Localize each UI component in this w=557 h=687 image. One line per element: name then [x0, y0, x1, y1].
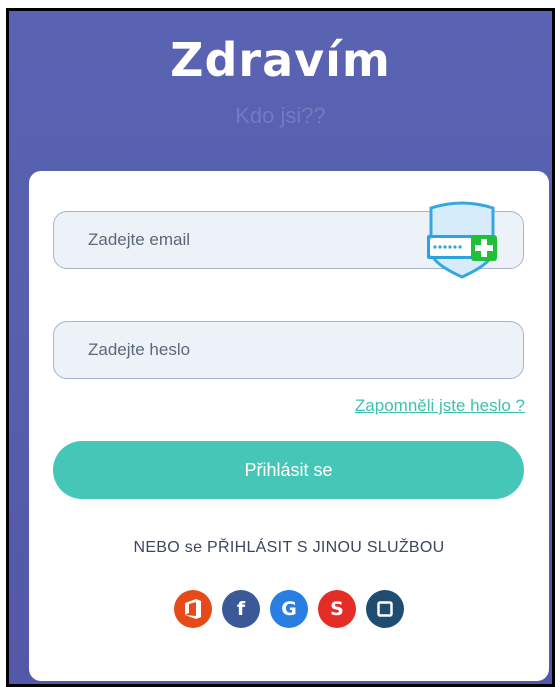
social-login-row: f G S [29, 590, 549, 628]
facebook-login-button[interactable]: f [222, 590, 260, 628]
google-login-button[interactable]: G [270, 590, 308, 628]
google-icon: G [281, 598, 297, 620]
s-service-login-button[interactable]: S [318, 590, 356, 628]
password-placeholder: Zadejte heslo [88, 340, 191, 359]
login-card: Zadejte email Zadejte heslo Zapomněli js… [29, 171, 549, 681]
alt-login-text: NEBO se PŘIHLÁSIT S JINOU SLUŽBOU [133, 539, 445, 556]
office-icon [185, 599, 201, 619]
page-title: Zdravím [170, 33, 391, 87]
password-field[interactable]: Zadejte heslo [53, 321, 524, 379]
login-window: Zdravím Kdo jsi?? Zadejte email Zadejte … [6, 8, 555, 687]
s-icon: S [330, 598, 344, 620]
page-subtitle: Kdo jsi?? [235, 103, 326, 128]
email-placeholder: Zadejte email [88, 230, 191, 249]
square-service-login-button[interactable] [366, 590, 404, 628]
forgot-password-link[interactable]: Zapomněli jste heslo ? [355, 396, 525, 416]
office-login-button[interactable] [174, 590, 212, 628]
password-manager-icon[interactable] [425, 201, 503, 281]
facebook-icon: f [236, 598, 246, 620]
login-button[interactable]: Přihlásit se [53, 441, 524, 499]
square-icon [377, 601, 393, 617]
